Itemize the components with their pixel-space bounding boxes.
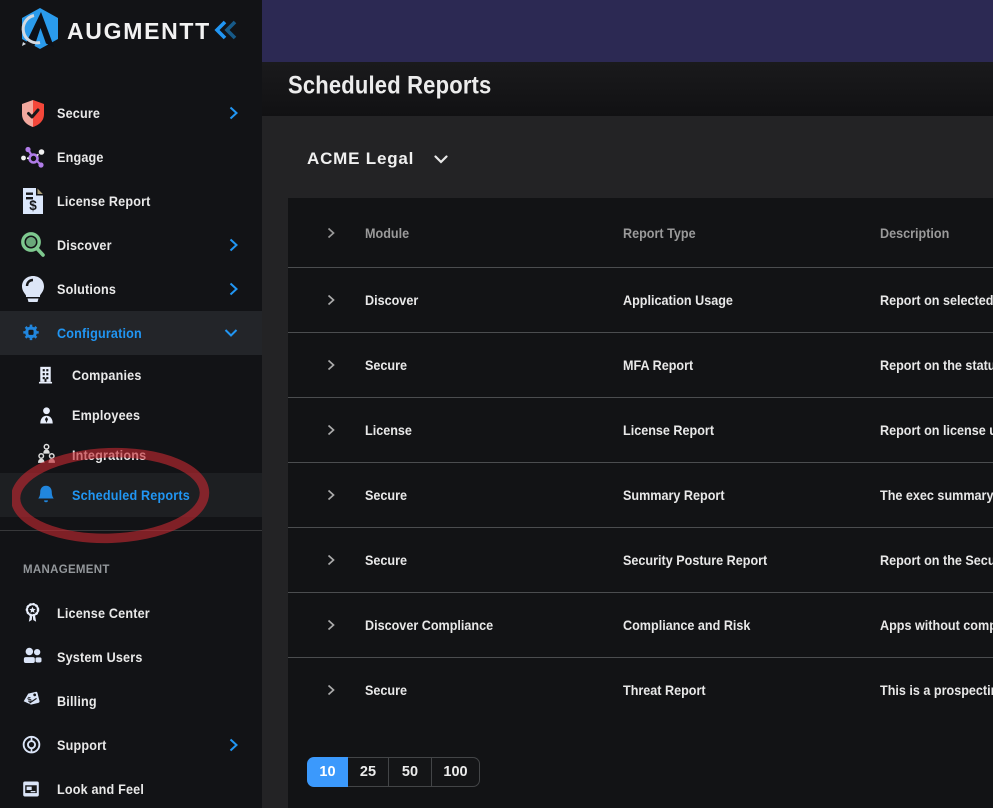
svg-text:$: $ bbox=[29, 198, 37, 213]
svg-text:AUGMENTT: AUGMENTT bbox=[67, 18, 211, 44]
